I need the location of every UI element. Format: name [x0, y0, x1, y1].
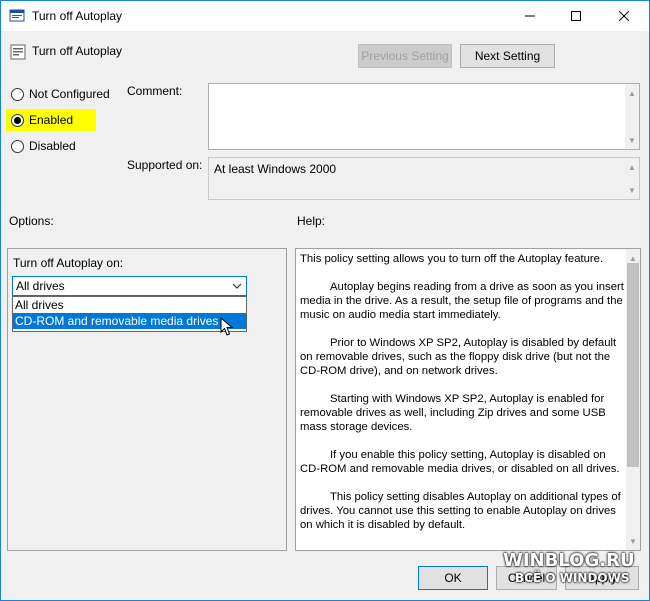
radio-enabled[interactable]: Enabled [11, 111, 73, 129]
autoplay-drives-select[interactable]: All drives [12, 276, 247, 296]
select-value: All drives [16, 279, 65, 293]
minimize-icon [525, 15, 535, 17]
help-text: This policy setting allows you to turn o… [300, 252, 626, 546]
scroll-down-icon[interactable]: ▼ [626, 534, 640, 548]
radio-not-configured[interactable]: Not Configured [11, 85, 110, 103]
ok-button[interactable]: OK [418, 566, 488, 590]
minimize-button[interactable] [507, 1, 553, 31]
help-paragraph: Starting with Windows XP SP2, Autoplay i… [300, 393, 606, 433]
supported-field: At least Windows 2000 ▲ ▼ [208, 157, 640, 200]
maximize-icon [571, 11, 581, 21]
help-paragraph: Autoplay begins reading from a drive as … [300, 281, 624, 321]
chevron-down-icon [232, 283, 242, 289]
watermark-logo: WINBLOG.RU ВСЁ О WINDOWS [503, 550, 639, 588]
comment-scrollbar[interactable]: ▲ ▼ [625, 84, 639, 149]
help-panel: This policy setting allows you to turn o… [295, 248, 641, 551]
radio-label: Not Configured [29, 87, 110, 101]
radio-circle-checked [11, 113, 24, 127]
radio-label: Disabled [29, 139, 76, 153]
window-title: Turn off Autoplay [32, 9, 123, 23]
help-paragraph: Prior to Windows XP SP2, Autoplay is dis… [300, 337, 617, 377]
radio-label: Enabled [29, 113, 74, 127]
title-bar[interactable]: Turn off Autoplay [1, 1, 649, 31]
comment-label: Comment: [127, 84, 183, 98]
watermark-main: WINBLOG.RU [503, 550, 635, 571]
next-setting-button[interactable]: Next Setting [460, 44, 555, 68]
supported-value: At least Windows 2000 [214, 162, 337, 176]
policy-app-icon [9, 9, 25, 22]
help-label: Help: [297, 214, 326, 228]
scroll-down-icon[interactable]: ▼ [625, 183, 639, 197]
comment-field[interactable]: ▲ ▼ [208, 83, 640, 150]
policy-name: Turn off Autoplay [32, 44, 123, 58]
radio-circle [11, 87, 24, 101]
close-button[interactable] [601, 1, 647, 31]
options-panel: Turn off Autoplay on: All drives All dri… [7, 248, 287, 551]
scroll-up-icon[interactable]: ▲ [625, 160, 639, 174]
policy-dialog: Turn off Autoplay Turn off Autoplay Prev… [0, 0, 650, 601]
watermark-sub: ВСЁ О WINDOWS [515, 571, 630, 585]
supported-scrollbar[interactable]: ▲ ▼ [625, 158, 639, 199]
supported-label: Supported on: [127, 158, 203, 172]
options-label: Options: [9, 214, 54, 228]
help-paragraph: This policy setting disables Autoplay on… [300, 491, 621, 531]
close-icon [619, 11, 629, 21]
previous-setting-button[interactable]: Previous Setting [358, 44, 452, 68]
radio-disabled[interactable]: Disabled [11, 137, 76, 155]
help-scrollbar[interactable]: ▲ ▼ [626, 249, 640, 550]
policy-setting-icon [10, 44, 26, 60]
dropdown-item-all-drives[interactable]: All drives [13, 297, 246, 313]
help-paragraph: If you enable this policy setting, Autop… [300, 449, 620, 475]
mouse-cursor-icon [220, 317, 234, 336]
scroll-thumb[interactable] [627, 263, 639, 467]
radio-circle [11, 139, 24, 153]
autoplay-drives-label: Turn off Autoplay on: [13, 256, 124, 270]
scroll-down-icon[interactable]: ▼ [625, 133, 639, 147]
dropdown-item-cdrom-removable[interactable]: CD-ROM and removable media drives [13, 313, 246, 329]
maximize-button[interactable] [553, 1, 599, 31]
autoplay-drives-dropdown: All drives CD-ROM and removable media dr… [12, 296, 247, 332]
scroll-up-icon[interactable]: ▲ [625, 86, 639, 100]
help-paragraph: This policy setting allows you to turn o… [300, 253, 604, 265]
